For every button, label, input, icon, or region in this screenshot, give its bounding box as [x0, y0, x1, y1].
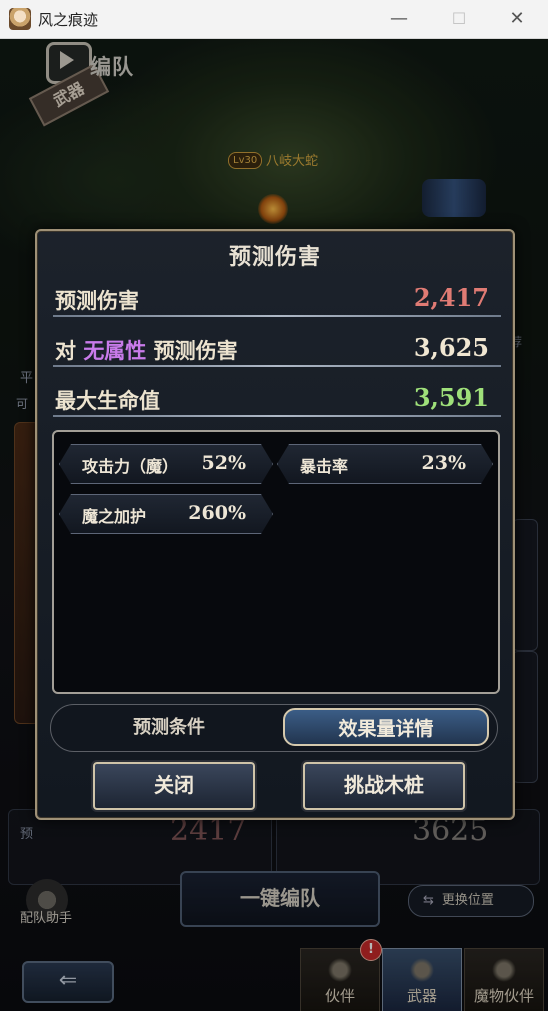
- attribute-damage-label: 对 无属性 预测伤害: [55, 335, 238, 365]
- predicted-damage-value: 2,417: [413, 283, 489, 312]
- effect-chip: 暴击率 23%: [277, 444, 493, 484]
- label-prefix: 对: [55, 339, 76, 363]
- effect-value: 260%: [188, 502, 246, 524]
- predicted-damage-dialog: 预测伤害 预测伤害 2,417 对 无属性 预测伤害 3,625 最大生命值 3…: [35, 229, 515, 820]
- attribute-name: 无属性: [83, 339, 147, 363]
- effects-panel: 攻击力（魔） 52% 暴击率 23% 魔之加护 260%: [52, 430, 500, 694]
- effect-name: 攻击力（魔）: [82, 457, 179, 476]
- effect-name: 魔之加护: [82, 507, 147, 526]
- max-hp-label: 最大生命值: [55, 389, 160, 413]
- tab-effect-details[interactable]: 效果量详情: [283, 708, 489, 746]
- divider: [53, 415, 501, 417]
- max-hp-value: 3,591: [413, 383, 489, 412]
- challenge-dummy-button[interactable]: 挑战木桩: [303, 762, 465, 810]
- effect-chip: 魔之加护 260%: [59, 494, 273, 534]
- effect-name: 暴击率: [300, 457, 349, 476]
- window-titlebar: 风之痕迹 — ☐ ✕: [0, 0, 548, 39]
- minimize-button[interactable]: —: [386, 6, 412, 32]
- tab-prediction-conditions[interactable]: 预测条件: [69, 709, 269, 747]
- close-button[interactable]: 关闭: [93, 762, 255, 810]
- close-window-button[interactable]: ✕: [504, 6, 530, 32]
- app-icon: [9, 8, 31, 30]
- attribute-damage-value: 3,625: [413, 333, 489, 362]
- effect-chip: 攻击力（魔） 52%: [59, 444, 273, 484]
- effect-value: 23%: [421, 452, 466, 474]
- predicted-damage-label: 预测伤害: [55, 289, 139, 313]
- effect-value: 52%: [201, 452, 246, 474]
- label-suffix: 预测伤害: [153, 339, 238, 363]
- dialog-tabbar: 预测条件 效果量详情: [50, 704, 498, 752]
- maximize-button[interactable]: ☐: [446, 6, 472, 32]
- window-title: 风之痕迹: [38, 11, 99, 29]
- divider: [53, 315, 501, 317]
- dialog-title: 预测伤害: [228, 245, 321, 270]
- divider: [53, 365, 501, 367]
